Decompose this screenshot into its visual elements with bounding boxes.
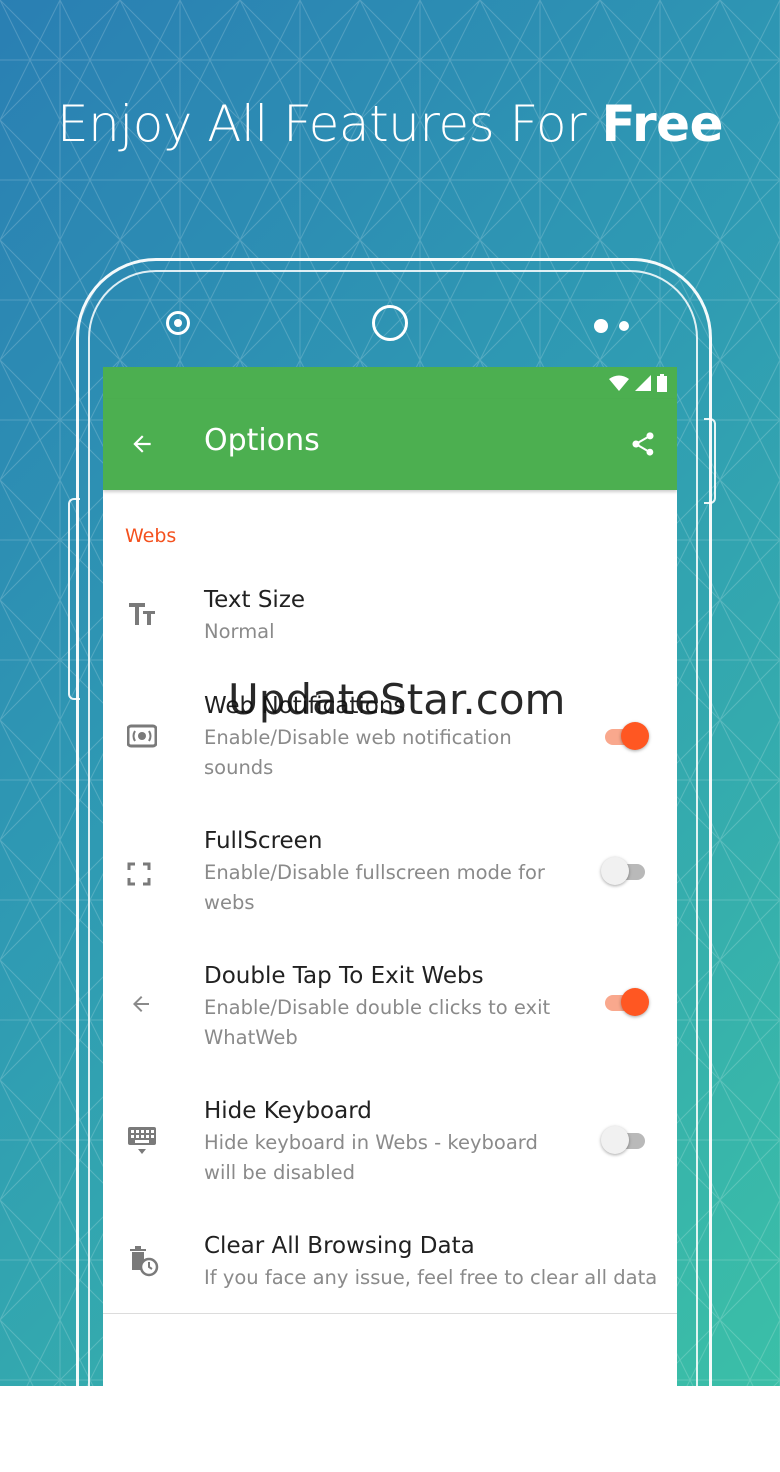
phone-side-button-left <box>68 498 80 700</box>
web-notifications-toggle[interactable] <box>605 722 649 752</box>
wifi-icon <box>609 375 629 391</box>
setting-subtitle: Enable/Disable fullscreen mode for webs <box>204 861 545 914</box>
setting-subtitle: Hide keyboard in Webs - keyboard will be… <box>204 1131 538 1184</box>
back-arrow-icon[interactable] <box>129 431 155 457</box>
setting-text-size[interactable]: Text Size Normal <box>103 587 677 667</box>
setting-subtitle: Enable/Disable double clicks to exit Wha… <box>204 996 551 1049</box>
setting-clear-browsing-data[interactable]: Clear All Browsing Data If you face any … <box>103 1233 677 1303</box>
headline-prefix: Enjoy All Features For <box>57 95 602 153</box>
share-icon[interactable] <box>629 430 657 458</box>
arrow-left-icon <box>133 996 149 1012</box>
hide-keyboard-toggle[interactable] <box>601 1126 649 1156</box>
phone-dots <box>594 318 630 337</box>
list-divider <box>103 1313 677 1314</box>
headline-emphasis: Free <box>601 95 724 153</box>
section-header-webs: Webs <box>125 525 177 547</box>
keyboard-icon <box>128 1127 156 1154</box>
double-tap-exit-toggle[interactable] <box>605 988 649 1018</box>
phone-side-button-right <box>704 418 716 504</box>
battery-icon <box>657 374 667 392</box>
status-bar <box>103 367 677 399</box>
setting-title: FullScreen <box>204 828 323 854</box>
setting-title: Clear All Browsing Data <box>204 1233 475 1259</box>
phone-speaker <box>372 305 408 341</box>
setting-hide-keyboard[interactable]: Hide Keyboard Hide keyboard in Webs - ke… <box>103 1098 677 1198</box>
watermark: UpdateStar.com <box>228 675 566 724</box>
setting-fullscreen[interactable]: FullScreen Enable/Disable fullscreen mod… <box>103 828 677 928</box>
setting-title: Double Tap To Exit Webs <box>204 963 484 989</box>
app-bar: Options <box>103 399 677 490</box>
setting-subtitle: If you face any issue, feel free to clea… <box>204 1266 658 1289</box>
phone-screen: Options Webs Text Size Normal Web Notifi… <box>103 367 677 1386</box>
setting-title: Hide Keyboard <box>204 1098 372 1124</box>
clear-data-icon <box>130 1246 159 1277</box>
signal-icon <box>635 375 651 391</box>
setting-subtitle: Normal <box>204 620 275 643</box>
setting-double-tap-exit[interactable]: Double Tap To Exit Webs Enable/Disable d… <box>103 963 677 1063</box>
fullscreen-toggle[interactable] <box>601 857 649 887</box>
promo-headline: Enjoy All Features For Free <box>0 95 780 153</box>
fullscreen-icon <box>127 862 151 886</box>
text-size-icon <box>129 603 155 625</box>
setting-subtitle: Enable/Disable web notification sounds <box>204 726 512 779</box>
page-title: Options <box>204 423 320 458</box>
notification-sound-icon <box>127 724 157 748</box>
setting-title: Text Size <box>204 587 306 613</box>
phone-sensor <box>166 311 190 335</box>
